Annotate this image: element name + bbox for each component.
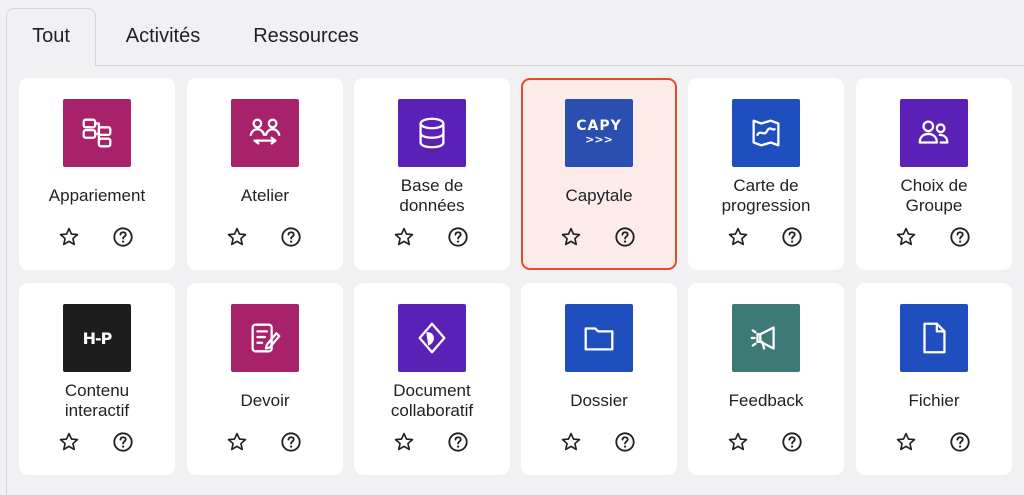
star-icon[interactable] [225,225,249,249]
tab-ressources[interactable]: Ressources [240,8,372,64]
module-name: Feedback [692,377,840,425]
capytale-logo-text: >>> [585,133,613,146]
assignment-icon [231,304,299,372]
module-name: Base de données [358,172,506,220]
module-chooser-panel: Appariement Atelier Base de données CAPY >>> C… [6,65,1024,495]
module-name: Choix de Groupe [860,172,1008,220]
star-icon[interactable] [894,430,918,454]
star-icon[interactable] [894,225,918,249]
matching-icon [63,99,131,167]
help-icon[interactable] [111,430,135,454]
module-name-line: progression [721,196,811,215]
module-name-line: Appariement [48,186,146,205]
module-card-assignment[interactable]: Devoir [187,283,343,475]
module-name-line: collaboratif [390,401,474,420]
help-icon[interactable] [111,225,135,249]
help-icon[interactable] [948,225,972,249]
module-name: Devoir [191,377,339,425]
help-icon[interactable] [613,225,637,249]
module-name-line: Groupe [905,196,963,215]
module-card-database[interactable]: Base de données [354,78,510,270]
module-card-matching[interactable]: Appariement [19,78,175,270]
module-name-line: Atelier [240,186,290,205]
help-icon[interactable] [780,430,804,454]
folder-icon [565,304,633,372]
tab-tout[interactable]: Tout [6,8,96,66]
module-name-line: données [399,196,465,215]
collaborative-doc-icon [398,304,466,372]
star-icon[interactable] [57,225,81,249]
tab-bar: Tout Activités Ressources [0,0,1024,66]
help-icon[interactable] [780,225,804,249]
module-name: Appariement [23,172,171,220]
module-name-line: interactif [64,401,130,420]
star-icon[interactable] [225,430,249,454]
module-name: Atelier [191,172,339,220]
feedback-icon [732,304,800,372]
module-name: Carte de progression [692,172,840,220]
module-name: Dossier [525,377,673,425]
star-icon[interactable] [726,430,750,454]
module-name-line: Choix de [900,176,968,195]
group-choice-icon [900,99,968,167]
capytale-icon: CAPY >>> [565,99,633,167]
workshop-icon [231,99,299,167]
module-name-line: Base de [400,176,464,195]
star-icon[interactable] [726,225,750,249]
help-icon[interactable] [446,430,470,454]
h5p-logo-text: H-P [82,328,113,348]
module-card-map[interactable]: Carte de progression [688,78,844,270]
module-card-feedback[interactable]: Feedback [688,283,844,475]
module-name-line: Devoir [240,391,290,410]
module-card-capytale[interactable]: CAPY >>> Capytale [521,78,677,270]
capytale-logo-text: CAPY [576,118,622,134]
module-card-group-choice[interactable]: Choix de Groupe [856,78,1012,270]
help-icon[interactable] [446,225,470,249]
module-name: Capytale [527,172,671,220]
help-icon[interactable] [279,430,303,454]
star-icon[interactable] [559,225,583,249]
module-card-h5p[interactable]: H-P Contenu interactif [19,283,175,475]
file-icon [900,304,968,372]
module-name: Document collaboratif [358,377,506,425]
star-icon[interactable] [559,430,583,454]
module-card-file[interactable]: Fichier [856,283,1012,475]
help-icon[interactable] [279,225,303,249]
database-icon [398,99,466,167]
module-name-line: Dossier [570,391,628,410]
star-icon[interactable] [392,430,416,454]
module-name-line: Feedback [728,391,804,410]
help-icon[interactable] [613,430,637,454]
star-icon[interactable] [57,430,81,454]
h5p-icon: H-P [63,304,131,372]
star-icon[interactable] [392,225,416,249]
module-card-workshop[interactable]: Atelier [187,78,343,270]
tab-activites[interactable]: Activités [110,8,216,64]
module-name-line: Document [393,381,471,400]
module-name-line: Contenu [64,381,130,400]
module-card-collaborative-doc[interactable]: Document collaboratif [354,283,510,475]
module-card-folder[interactable]: Dossier [521,283,677,475]
module-name-line: Carte de [733,176,799,195]
help-icon[interactable] [948,430,972,454]
map-icon [732,99,800,167]
module-name-line: Fichier [908,391,960,410]
module-name: Contenu interactif [23,377,171,425]
module-name: Fichier [860,377,1008,425]
module-name-line: Capytale [565,186,633,205]
